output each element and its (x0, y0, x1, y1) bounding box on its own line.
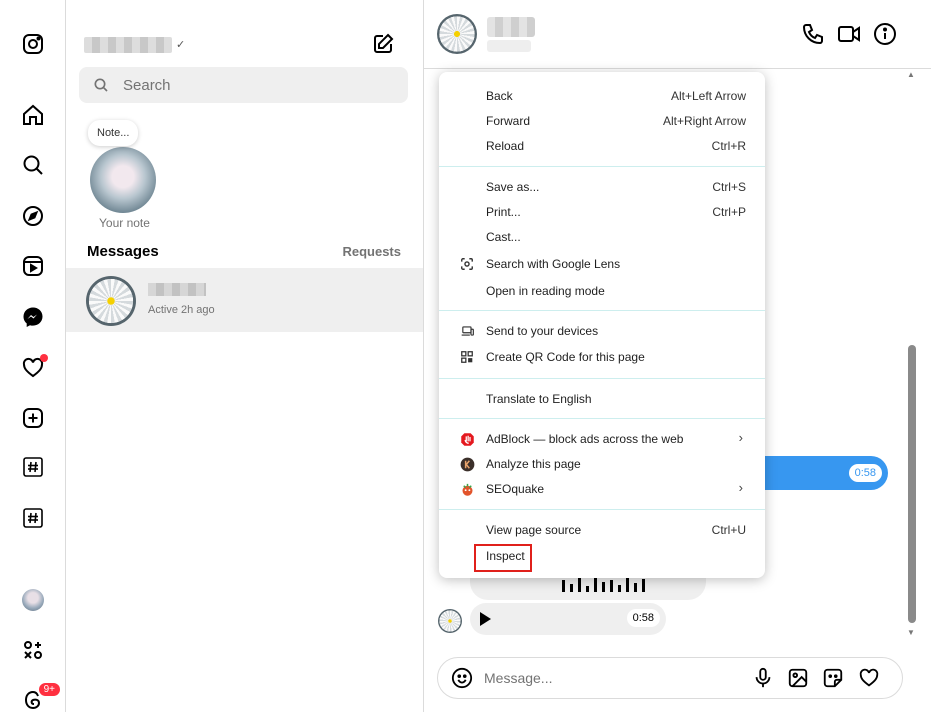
conversation-status: Active 2h ago (148, 304, 215, 316)
menu-item-save-as[interactable]: Save as... Ctrl+S (439, 175, 765, 199)
menu-item-analyze[interactable]: Analyze this page (439, 452, 765, 476)
search-icon[interactable] (20, 152, 46, 178)
your-note-label: Your note (99, 216, 150, 230)
adblock-icon (459, 431, 475, 447)
search-input[interactable]: Search (79, 67, 408, 103)
scrollbar-thumb[interactable] (908, 345, 916, 623)
context-menu: Back Alt+Left Arrow Forward Alt+Right Ar… (439, 72, 765, 578)
hashtag-icon-2[interactable] (20, 505, 46, 531)
profile-avatar[interactable] (20, 587, 46, 613)
avatar[interactable] (437, 14, 477, 54)
voice-message-sent[interactable]: 0:58 (761, 456, 888, 490)
menu-item-view-source[interactable]: View page source Ctrl+U (439, 518, 765, 542)
menu-separator (439, 310, 765, 311)
home-icon[interactable] (20, 102, 46, 128)
menu-item-translate[interactable]: Translate to English (439, 387, 765, 411)
menu-item-qr-code[interactable]: Create QR Code for this page (439, 345, 765, 369)
contact-subtitle-redacted (487, 40, 531, 52)
avatar (86, 276, 136, 326)
submenu-arrow-icon: › (738, 430, 743, 445)
image-icon[interactable] (787, 667, 809, 689)
notification-dot (40, 354, 48, 362)
avatar (438, 609, 462, 633)
menu-item-cast[interactable]: Cast... (439, 225, 765, 249)
menu-item-adblock[interactable]: AdBlock — block ads across the web › (439, 427, 765, 451)
menu-item-reload[interactable]: Reload Ctrl+R (439, 134, 765, 158)
play-icon[interactable] (480, 612, 491, 626)
heart-icon[interactable] (858, 667, 880, 689)
reels-icon[interactable] (20, 253, 46, 279)
submenu-arrow-icon: › (738, 480, 743, 495)
seoquake-icon (459, 481, 475, 497)
menu-item-google-lens[interactable]: Search with Google Lens (439, 252, 765, 276)
menu-separator (439, 166, 765, 167)
voice-message-duration: 0:58 (626, 609, 660, 627)
explore-icon[interactable] (20, 203, 46, 229)
google-lens-icon (459, 256, 475, 272)
scroll-down-arrow-icon[interactable]: ▼ (907, 628, 915, 637)
menu-item-back[interactable]: Back Alt+Left Arrow (439, 84, 765, 108)
video-call-icon[interactable] (837, 22, 861, 46)
threads-icon[interactable]: 9+ (20, 681, 62, 712)
voice-message-received[interactable]: 0:58 (470, 603, 666, 635)
search-placeholder: Search (123, 76, 171, 94)
phone-icon[interactable] (801, 22, 825, 46)
devices-icon (459, 323, 475, 339)
menu-item-print[interactable]: Print... Ctrl+P (439, 200, 765, 224)
conversation-row[interactable]: Active 2h ago (66, 268, 423, 332)
menu-separator (439, 509, 765, 510)
microphone-icon[interactable] (752, 667, 774, 689)
requests-link[interactable]: Requests (342, 244, 401, 259)
conversation-name-redacted (148, 283, 206, 296)
instagram-logo-icon[interactable] (20, 31, 46, 57)
scroll-up-arrow-icon[interactable]: ▲ (907, 70, 915, 79)
more-apps-icon[interactable] (20, 637, 46, 663)
conversation-list-panel: ✓ Search Note... Your note Messages Requ… (66, 0, 424, 712)
sticker-icon[interactable] (822, 667, 844, 689)
note-bubble[interactable]: Note... (88, 120, 139, 146)
qr-code-icon (459, 349, 475, 365)
compose-icon[interactable] (371, 32, 395, 56)
menu-separator (439, 418, 765, 419)
info-icon[interactable] (873, 22, 897, 46)
menu-item-reading-mode[interactable]: Open in reading mode (439, 279, 765, 303)
menu-item-forward[interactable]: Forward Alt+Right Arrow (439, 109, 765, 133)
chat-header (424, 0, 931, 69)
voice-message-duration: 0:58 (848, 464, 882, 482)
username-redacted[interactable] (84, 37, 172, 53)
message-input[interactable]: Message... (484, 670, 552, 686)
messages-heading: Messages (87, 243, 159, 260)
chevron-down-icon[interactable]: ✓ (176, 38, 185, 51)
contact-name-redacted[interactable] (487, 17, 535, 37)
emoji-icon[interactable] (451, 667, 473, 689)
message-composer[interactable]: Message... (437, 657, 903, 699)
sidebar-nav: 9+ (0, 0, 66, 712)
search-icon (94, 78, 108, 92)
menu-separator (439, 378, 765, 379)
heart-icon[interactable] (20, 354, 48, 381)
menu-item-send-to-devices[interactable]: Send to your devices (439, 319, 765, 343)
scrollbar[interactable]: ▲ ▼ (905, 70, 917, 638)
inspect-highlight-box (474, 544, 532, 572)
messenger-icon[interactable] (20, 304, 46, 330)
hashtag-icon[interactable] (20, 454, 46, 480)
menu-item-seoquake[interactable]: SEOquake › (439, 477, 765, 501)
note-avatar[interactable] (90, 147, 156, 213)
create-icon[interactable] (20, 405, 46, 431)
analyze-icon (459, 456, 475, 472)
notification-count-badge: 9+ (36, 681, 62, 698)
